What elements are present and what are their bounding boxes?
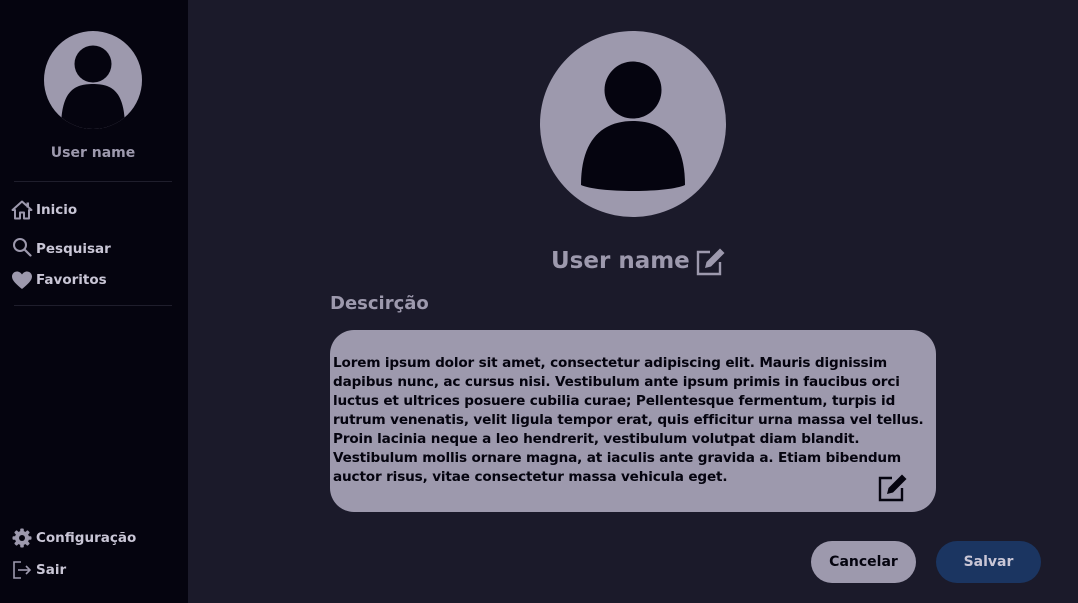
- edit-username-button[interactable]: [694, 246, 728, 278]
- user-silhouette-icon: [581, 61, 685, 191]
- description-heading: Descirção: [330, 293, 429, 314]
- edit-icon: [878, 474, 907, 502]
- profile-username: User name: [551, 248, 690, 274]
- sidebar-item-favoritos[interactable]: Favoritos: [11, 269, 107, 291]
- profile-avatar[interactable]: [540, 31, 726, 217]
- description-text: Lorem ipsum dolor sit amet, consectetur …: [333, 355, 924, 485]
- sidebar-item-configuracao[interactable]: Configuração: [11, 527, 136, 549]
- cancel-button[interactable]: Cancelar: [811, 541, 916, 583]
- app-root: User name Inicio Pesquisar Favoritos Con…: [0, 0, 1078, 603]
- edit-icon: [696, 248, 725, 276]
- sidebar-username: User name: [50, 145, 136, 161]
- sidebar-item-label: Configuração: [36, 530, 137, 546]
- save-button[interactable]: Salvar: [936, 541, 1041, 583]
- sidebar-item-pesquisar[interactable]: Pesquisar: [11, 236, 111, 258]
- heart-icon: [11, 269, 33, 291]
- sidebar-divider-top: [14, 181, 172, 182]
- sidebar-item-label: Sair: [36, 562, 67, 578]
- sidebar-item-label: Pesquisar: [36, 241, 111, 257]
- description-box[interactable]: Lorem ipsum dolor sit amet, consectetur …: [330, 330, 936, 512]
- gear-icon: [11, 527, 33, 549]
- search-icon: [11, 236, 33, 258]
- user-silhouette-icon: [61, 45, 125, 129]
- edit-description-button[interactable]: [876, 472, 910, 504]
- home-icon: [11, 199, 33, 221]
- sidebar-item-label: Favoritos: [36, 272, 107, 288]
- sidebar-item-label: Inicio: [36, 202, 78, 218]
- sidebar-item-sair[interactable]: Sair: [11, 559, 66, 581]
- sidebar: User name Inicio Pesquisar Favoritos Con…: [0, 0, 188, 603]
- logout-icon: [11, 559, 33, 581]
- sidebar-divider-bottom: [14, 305, 172, 306]
- sidebar-avatar[interactable]: [44, 31, 142, 129]
- sidebar-item-inicio[interactable]: Inicio: [11, 199, 77, 221]
